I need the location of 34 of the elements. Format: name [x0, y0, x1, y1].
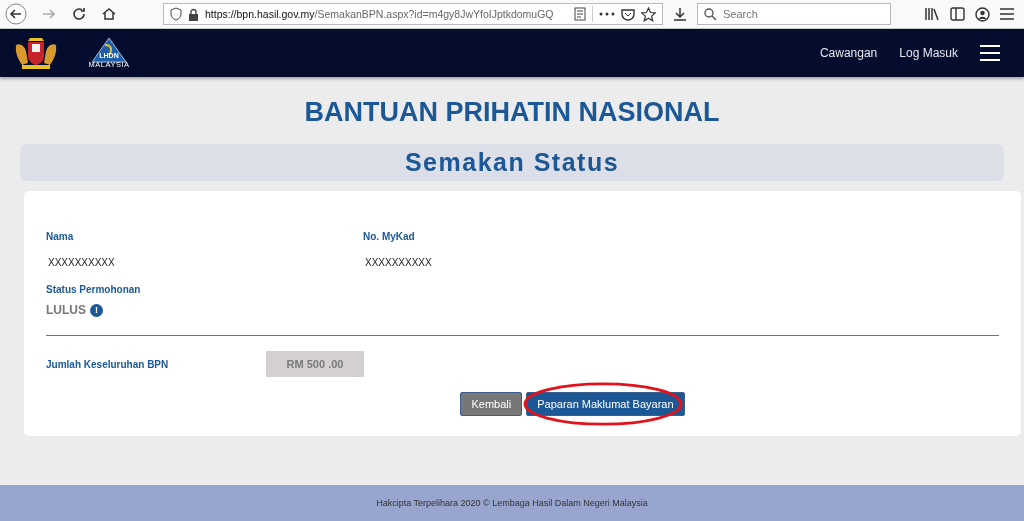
library-icon[interactable] [924, 7, 940, 21]
star-icon[interactable] [641, 6, 656, 22]
field-value: XXXXXXXXXX [364, 257, 433, 268]
copyright-text: Hakcipta Terpelihara 2020 © Lembaga Hasil Dalam Negeri Malaysia [376, 498, 648, 508]
field-label: Status Permohonan [46, 284, 142, 295]
triangle-logo-icon [91, 37, 127, 63]
url-text: https://bpn.hasil.gov.my/SemakanBPN.aspx?id=m4gy8JwYfoIJptkdomuGQ [205, 8, 554, 20]
back-button[interactable]: Kembali [460, 392, 523, 416]
nav-link[interactable]: Cawangan [819, 46, 878, 60]
shield-icon [170, 7, 182, 21]
reload-icon[interactable] [71, 6, 87, 22]
field-value: XXXXXXXXXX [47, 257, 116, 268]
field-label: No. MyKad [363, 231, 416, 242]
section-title: Semakan Status [404, 148, 620, 177]
address-bar[interactable]: https://bpn.hasil.gov.my/SemakanBPN.aspx?id=m4gy8JwYfoIJptkdomuGQ [163, 3, 663, 25]
field-label: Jumlah Keseluruhan BPN [46, 358, 170, 370]
payment-details-button[interactable]: Paparan Maklumat Bayaran [526, 392, 685, 416]
amount-field: RM 500 .00 [266, 351, 364, 377]
more-icon[interactable] [599, 12, 615, 16]
account-icon[interactable] [975, 6, 990, 22]
status-value: LULUS [46, 303, 86, 317]
nav-link[interactable]: Log Masuk [899, 46, 958, 60]
page-title: BANTUAN PRIHATIN NASIONAL [304, 97, 720, 128]
reader-view-icon[interactable] [574, 7, 586, 21]
lock-icon [188, 7, 199, 21]
home-icon[interactable] [101, 6, 117, 22]
field-label: Nama [46, 231, 75, 242]
back-icon[interactable] [5, 3, 27, 25]
search-icon [704, 7, 717, 21]
download-icon[interactable] [673, 7, 687, 21]
info-icon[interactable]: ! [90, 303, 103, 317]
search-field[interactable]: Search [697, 3, 891, 25]
sidebar-icon[interactable] [950, 7, 965, 21]
pocket-icon[interactable] [621, 7, 635, 21]
